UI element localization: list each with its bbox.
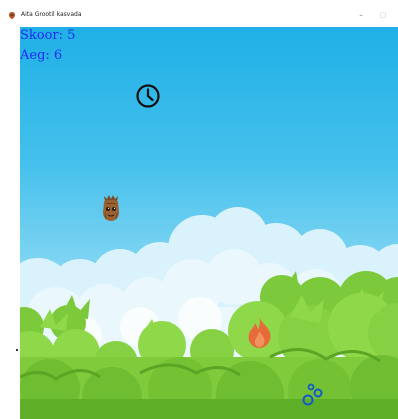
fire-icon[interactable] [246,317,273,348]
bubbles-icon[interactable] [302,383,325,407]
background-scene [20,207,398,419]
window-title: Aita Grootil kasvada [21,11,82,18]
clock-icon[interactable] [135,83,161,109]
app-icon [9,12,15,19]
groot-icon[interactable] [101,195,121,221]
game-window: Aita Grootil kasvada – □ Skoor: 5 Aeg: 6 [0,0,398,419]
game-canvas[interactable]: Skoor: 5 Aeg: 6 [20,27,398,419]
minimize-button[interactable]: – [356,10,366,20]
title-bar[interactable]: Aita Grootil kasvada – □ [0,0,398,27]
maximize-button[interactable]: □ [378,10,388,20]
score-label: Skoor: 5 [20,28,76,43]
window-edge-mark [16,349,18,351]
time-label: Aeg: 6 [20,48,63,63]
